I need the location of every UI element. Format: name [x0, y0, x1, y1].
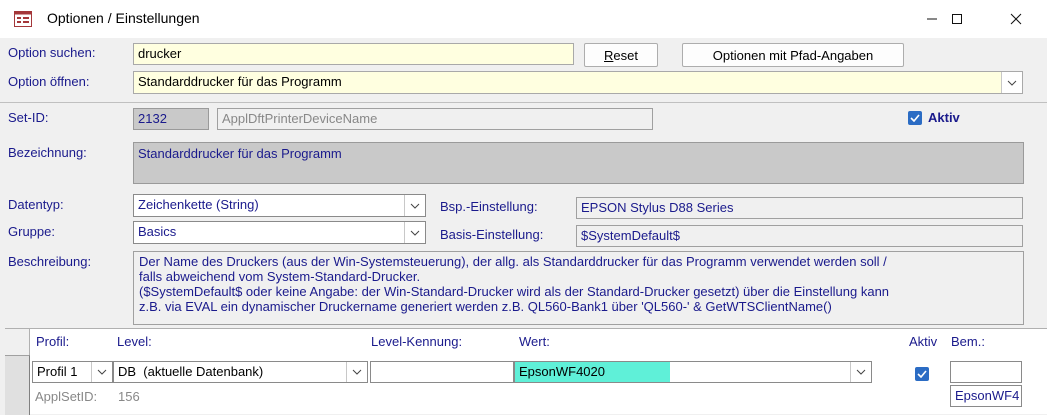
- path-options-button[interactable]: Optionen mit Pfad-Angaben: [682, 43, 904, 67]
- close-icon: [1010, 13, 1022, 25]
- reset-mnemonic: R: [604, 47, 614, 63]
- bezeichnung-label: Bezeichnung:: [8, 145, 87, 160]
- maximize-icon: [952, 14, 962, 24]
- chevron-down-icon[interactable]: [404, 222, 425, 243]
- datentyp-select[interactable]: Zeichenkette (String): [133, 194, 426, 217]
- chevron-down-icon[interactable]: [1001, 72, 1022, 93]
- divider: [0, 102, 1047, 103]
- datentyp-value: Zeichenkette (String): [138, 197, 259, 212]
- header-bem: Bem.:: [951, 334, 985, 349]
- reset-label: eset: [613, 47, 638, 63]
- level-value: DB (aktuelle Datenbank): [118, 364, 264, 379]
- profil-value: Profil 1: [37, 364, 78, 379]
- level-select[interactable]: DB (aktuelle Datenbank): [113, 361, 368, 383]
- basis-field: $SystemDefault$: [576, 225, 1023, 247]
- search-input[interactable]: drucker: [133, 43, 574, 65]
- bsp-label: Bsp.-Einstellung:: [440, 199, 538, 214]
- applsetid-value: 156: [118, 389, 140, 404]
- maximize-button[interactable]: [934, 4, 980, 34]
- chevron-down-icon[interactable]: [850, 362, 871, 382]
- open-label: Option öffnen:: [8, 74, 90, 89]
- open-option-select[interactable]: Standarddrucker für das Programm: [133, 71, 1023, 94]
- profil-select[interactable]: Profil 1: [32, 361, 113, 383]
- level-kennung-input[interactable]: [370, 361, 514, 383]
- chevron-down-icon[interactable]: [346, 362, 367, 382]
- setid-field: 2132: [133, 108, 209, 130]
- chevron-down-icon[interactable]: [404, 195, 425, 216]
- open-option-value: Standarddrucker für das Programm: [138, 74, 342, 89]
- bsp-field: EPSON Stylus D88 Series: [576, 197, 1023, 219]
- header-level-kennung: Level-Kennung:: [371, 334, 463, 349]
- check-icon: [910, 114, 920, 122]
- setid-label: Set-ID:: [8, 110, 49, 125]
- beschreibung-label: Beschreibung:: [8, 254, 92, 269]
- header-level: Level:: [117, 334, 152, 349]
- check-icon: [917, 370, 927, 378]
- title-bar: Optionen / Einstellungen: [0, 0, 1047, 38]
- app-icon: [14, 11, 32, 27]
- chevron-down-icon[interactable]: [91, 362, 112, 382]
- record-selector[interactable]: [5, 355, 30, 415]
- gruppe-label: Gruppe:: [8, 224, 55, 239]
- close-button[interactable]: [993, 4, 1039, 34]
- search-label: Option suchen:: [8, 45, 96, 60]
- aktiv-label: Aktiv: [928, 110, 960, 125]
- bem-input[interactable]: [950, 361, 1022, 383]
- applsetid-label: ApplSetID:: [35, 389, 98, 404]
- gruppe-value: Basics: [138, 224, 177, 239]
- gruppe-select[interactable]: Basics: [133, 221, 426, 244]
- header-wert: Wert:: [519, 334, 550, 349]
- wert-value: EpsonWF4020: [519, 364, 605, 379]
- row-aktiv-checkbox[interactable]: [915, 367, 929, 381]
- beschreibung-text: Der Name des Druckers (aus der Win-Syste…: [133, 251, 1024, 325]
- setid-name-field: ApplDftPrinterDeviceName: [217, 108, 653, 130]
- basis-label: Basis-Einstellung:: [440, 227, 544, 242]
- datentyp-label: Datentyp:: [8, 197, 64, 212]
- header-aktiv: Aktiv: [909, 334, 938, 349]
- aktiv-checkbox[interactable]: [908, 111, 922, 125]
- profile-subform: Profil: Level: Level-Kennung: Wert: Akti…: [5, 328, 1047, 415]
- wert-select[interactable]: EpsonWF4020: [514, 361, 872, 383]
- bezeichnung-field: Standarddrucker für das Programm: [133, 142, 1024, 184]
- bem-preview: EpsonWF4: [950, 385, 1022, 407]
- header-profil: Profil:: [36, 334, 70, 349]
- window-title: Optionen / Einstellungen: [47, 10, 200, 26]
- reset-button[interactable]: Reset: [584, 43, 658, 67]
